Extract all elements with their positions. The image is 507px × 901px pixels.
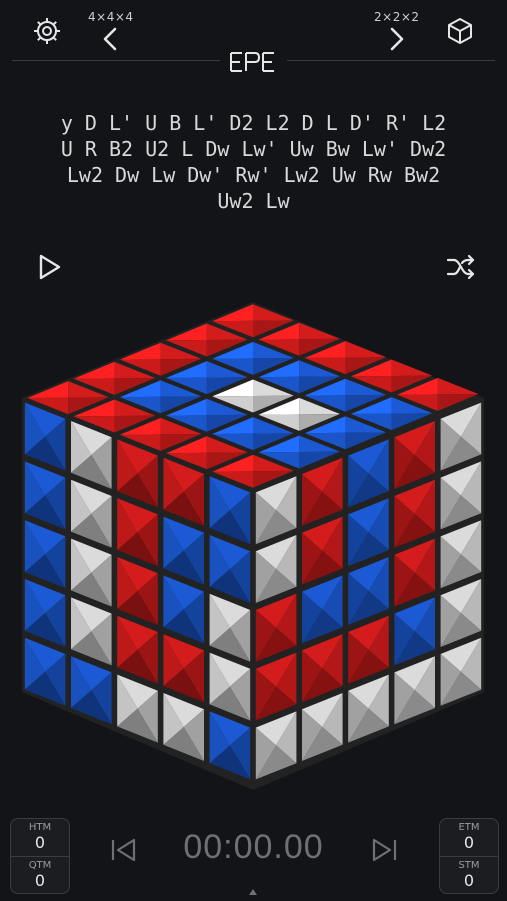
stm-value: 0 [463,870,475,890]
cube-view-icon[interactable] [443,14,477,48]
stm-label: STM [458,859,480,871]
previous-puzzle-chevron-icon[interactable] [98,26,124,52]
htm-cell: HTM 0 [11,819,69,856]
qtm-cell: QTM 0 [11,855,69,894]
previous-size-label: 4×4×4 [88,10,134,24]
timer-display: 00:00.00 [183,828,324,866]
header-divider-left [12,60,220,61]
shuffle-icon[interactable] [444,252,478,282]
next-puzzle-chevron-icon[interactable] [383,26,409,52]
scramble-line: y D L' U B L' D2 L2 D L D' R' L2 [60,111,447,135]
settings-gear-icon[interactable] [30,14,64,48]
etm-value: 0 [463,833,475,853]
etm-stm-counter: ETM 0 STM 0 [439,818,499,894]
scramble-line: Lw2 Dw Lw Dw' Rw' Lw2 Uw Rw Bw2 [66,163,441,187]
stm-cell: STM 0 [440,855,498,894]
step-forward-icon[interactable] [370,836,398,864]
header-divider-right [287,60,495,61]
drawer-handle-icon[interactable] [248,882,258,895]
app-logo [229,50,277,74]
next-size-label: 2×2×2 [374,10,420,24]
htm-value: 0 [34,833,46,853]
cube-view[interactable] [0,290,507,810]
scramble-line: U R B2 U2 L Dw Lw' Uw Bw Lw' Dw2 [60,137,447,161]
scramble-line: Uw2 Lw [217,189,290,213]
play-icon[interactable] [34,252,66,282]
qtm-label: QTM [28,859,52,871]
scramble-sequence: y D L' U B L' D2 L2 D L D' R' L2 U R B2 … [20,110,487,214]
htm-qtm-counter: HTM 0 QTM 0 [10,818,70,894]
step-back-icon[interactable] [110,836,138,864]
qtm-value: 0 [34,870,46,890]
etm-cell: ETM 0 [440,819,498,856]
